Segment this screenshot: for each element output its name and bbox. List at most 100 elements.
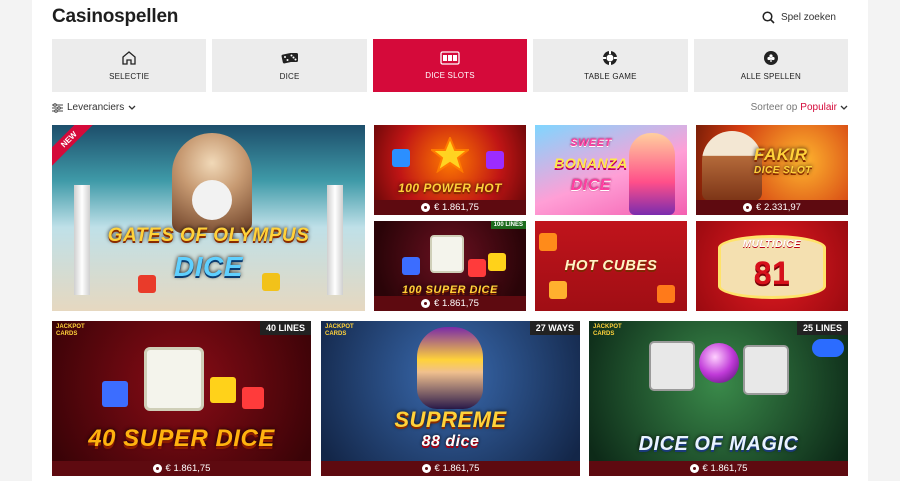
- game-title-line1: FAKIR: [754, 145, 808, 164]
- game-tile-multidice-81[interactable]: MULTIDICE 81: [696, 221, 848, 311]
- game-tile-100-power-hot[interactable]: 100 POWER HOT € 1.861,75: [374, 125, 526, 215]
- header: Casinospellen Spel zoeken: [52, 6, 848, 32]
- dice-decoration: [549, 281, 567, 299]
- jackpot-bar: € 1.861,75: [374, 296, 526, 311]
- zeus-beard: [192, 180, 232, 220]
- mahjong-dice: [430, 235, 464, 273]
- dice-decoration: [262, 273, 280, 291]
- crystal-ball: [699, 343, 739, 383]
- jackpot-bar: € 1.861,75: [374, 200, 526, 215]
- dice-decoration: [468, 259, 486, 277]
- search-icon: [762, 11, 775, 24]
- lines-badge: 25 LINES: [796, 321, 848, 335]
- jackpot-bar: € 1.861,75: [321, 461, 580, 476]
- dice-decoration: [102, 381, 128, 407]
- dice-icon: [281, 53, 298, 64]
- jackpot-icon: [743, 203, 753, 212]
- jackpot-amount: € 1.861,75: [434, 298, 479, 309]
- tab-dice-slots[interactable]: DICE SLOTS: [372, 39, 528, 92]
- game-tile-sweet-bonanza-dice[interactable]: SWEET BONANZA DICE: [535, 125, 687, 215]
- game-tile-hot-cubes[interactable]: HOT CUBES: [535, 221, 687, 311]
- jackpot-icon: [152, 464, 162, 473]
- jackpot-icon: [421, 203, 431, 212]
- tab-label: TABLE GAME: [584, 72, 637, 81]
- game-title-line2: DICE SLOT: [754, 165, 812, 176]
- chevron-down-icon: [840, 105, 848, 110]
- tab-label: ALLE SPELLEN: [740, 72, 801, 81]
- dice-decoration: [657, 285, 675, 303]
- dice-decoration: [210, 377, 236, 403]
- jackpot-amount: € 1.861,75: [434, 463, 480, 474]
- chevron-down-icon: [128, 105, 136, 110]
- tab-table-game[interactable]: TABLE GAME: [533, 39, 688, 92]
- dice-decoration: [539, 233, 557, 251]
- game-tile-dice-of-magic[interactable]: JACKPOT CARDS 25 LINES DICE OF MAGIC € 1…: [589, 321, 848, 476]
- tab-alle-spellen[interactable]: ALLE SPELLEN: [693, 39, 849, 92]
- jackpot-bar: € 2.331,97: [696, 200, 848, 215]
- dice-decoration: [486, 151, 504, 169]
- providers-label: Leveranciers: [67, 102, 125, 113]
- game-title-line1: SUPREME: [394, 407, 507, 432]
- tab-label: SELECTIE: [109, 72, 150, 81]
- game-tile-gates-of-olympus-dice[interactable]: GATES OF OLYMPUS DICE NEW: [52, 125, 365, 311]
- jackpot-amount: € 1.861,75: [434, 202, 479, 213]
- jackpot-amount: € 2.331,97: [756, 202, 801, 213]
- tab-label: DICE SLOTS: [425, 71, 475, 80]
- category-tabs: SELECTIE DICE DICE SLOTS TABLE GAME ALLE…: [52, 39, 849, 92]
- tab-label: DICE: [279, 72, 300, 81]
- game-title-line2: 81: [753, 255, 791, 291]
- search-button[interactable]: Spel zoeken: [762, 11, 836, 24]
- game-title-line2: BONANZA: [554, 155, 628, 171]
- joker-figure: [417, 327, 483, 409]
- filter-bar: Leveranciers Sorteer op Populair: [52, 102, 848, 116]
- game-tile-supreme-88-dice[interactable]: JACKPOT CARDS 27 WAYS SUPREME 88 dice € …: [321, 321, 580, 476]
- brand-badge: JACKPOT CARDS: [593, 324, 622, 337]
- lines-badge: 100 LINES: [490, 221, 526, 229]
- brand-badge: JACKPOT CARDS: [325, 324, 354, 337]
- search-label: Spel zoeken: [780, 12, 836, 23]
- game-title: GATES OF OLYMPUS: [107, 225, 310, 246]
- jackpot-icon: [421, 464, 431, 473]
- game-title-line2: 88 dice: [421, 433, 480, 450]
- game-tile-fakir-dice-slot[interactable]: FAKIR DICE SLOT € 2.331,97: [696, 125, 848, 215]
- poker-chip-icon: [603, 51, 618, 65]
- game-title: 40 SUPER DICE: [88, 425, 275, 452]
- game-title: 100 SUPER DICE: [402, 284, 498, 296]
- lines-badge: 27 WAYS: [529, 321, 580, 335]
- slot-machine-icon: [440, 51, 460, 65]
- tab-selectie[interactable]: SELECTIE: [52, 39, 207, 92]
- sort-label: Sorteer op: [750, 102, 798, 113]
- page-title: Casinospellen: [52, 6, 179, 27]
- dice-decoration: [138, 275, 156, 293]
- game-title: 100 POWER HOT: [398, 181, 502, 195]
- game-title-line3: DICE: [570, 177, 612, 194]
- game-tile-100-super-dice[interactable]: 100 LINES 100 SUPER DICE € 1.861,75: [374, 221, 526, 311]
- dice-decoration: [242, 387, 264, 409]
- sort-dropdown[interactable]: Sorteer op Populair: [751, 102, 848, 113]
- house-icon: [122, 51, 136, 65]
- sliders-icon: [52, 102, 63, 113]
- free-spins-icon: [812, 339, 844, 357]
- dice-cube: [743, 345, 789, 395]
- dice-cube: [649, 341, 695, 391]
- game-subtitle: DICE: [174, 251, 243, 282]
- lines-badge: 40 LINES: [259, 321, 311, 335]
- tab-dice[interactable]: DICE: [212, 39, 367, 92]
- dice-decoration: [392, 149, 410, 167]
- mahjong-dice: [144, 347, 204, 411]
- jackpot-icon: [421, 299, 431, 308]
- game-tile-40-super-dice[interactable]: JACKPOT CARDS 40 LINES 40 SUPER DICE € 1…: [52, 321, 311, 476]
- game-title: DICE OF MAGIC: [638, 433, 799, 455]
- jackpot-amount: € 1.861,75: [165, 463, 211, 474]
- fakir-figure: [702, 131, 762, 201]
- sort-value: Populair: [800, 102, 837, 113]
- jackpot-icon: [689, 464, 699, 473]
- providers-dropdown[interactable]: Leveranciers: [52, 102, 136, 113]
- game-title-line1: MULTIDICE: [742, 239, 802, 250]
- dice-decoration: [488, 253, 506, 271]
- jackpot-amount: € 1.861,75: [702, 463, 748, 474]
- page: Casinospellen Spel zoeken SELECTIE DICE …: [32, 0, 868, 481]
- game-title-line1: SWEET: [570, 137, 612, 149]
- star-icon: [431, 137, 469, 173]
- dice-decoration: [402, 257, 420, 275]
